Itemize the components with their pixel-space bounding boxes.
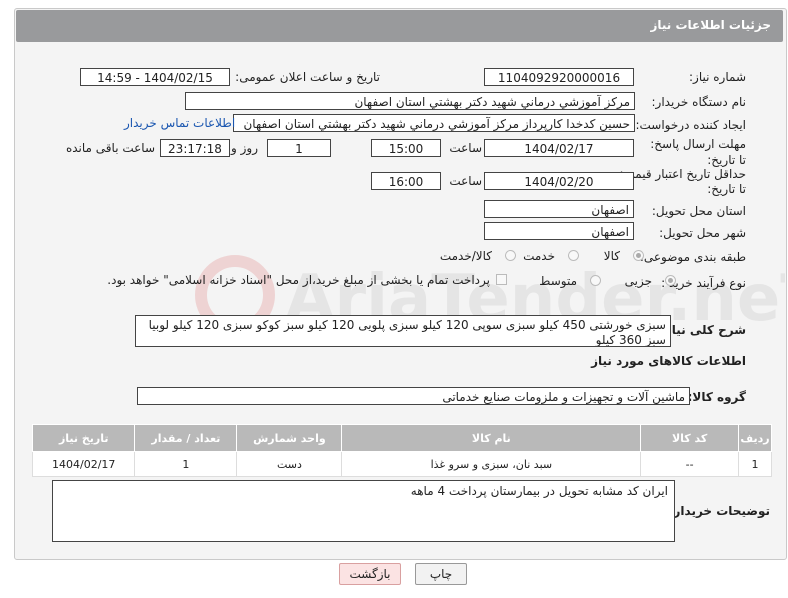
- cell-code: --: [640, 451, 740, 477]
- category-service-label: خدمت: [523, 249, 555, 263]
- deadline-label: مهلت ارسال پاسخ: تا تاریخ:: [650, 137, 746, 167]
- buyer-org-label: نام دستگاه خریدار:: [651, 95, 747, 109]
- city-label: شهر محل تحویل:: [659, 226, 746, 240]
- description-label: شرح کلی نیاز:: [660, 323, 746, 337]
- cell-index: 1: [738, 451, 772, 477]
- goods-group-label: گروه کالا:: [687, 390, 746, 404]
- panel-header: جزئیات اطلاعات نیاز: [16, 10, 783, 42]
- payment-note: پرداخت تمام یا بخشی از مبلغ خرید،از محل …: [107, 273, 490, 287]
- treasury-payment-checkbox[interactable]: [496, 274, 507, 285]
- print-button[interactable]: چاپ: [415, 563, 467, 585]
- cell-unit: دست: [236, 451, 343, 477]
- day-count-field: 1: [267, 139, 331, 157]
- creator-label: ایجاد کننده درخواست:: [635, 118, 746, 132]
- category-goods-radio[interactable]: [633, 250, 644, 261]
- process-minor-label: جزیی: [624, 274, 652, 288]
- price-time-field: 16:00: [371, 172, 441, 190]
- need-number-label: شماره نیاز:: [689, 70, 746, 84]
- buyer-notes-label: توضیحات خریدار:: [668, 504, 770, 518]
- col-qty: تعداد / مقدار: [134, 424, 238, 452]
- goods-table-header: ردیف کد کالا نام کالا واحد شمارش تعداد /…: [31, 424, 772, 452]
- deadline-time-field: 15:00: [371, 139, 441, 157]
- cell-qty: 1: [134, 451, 238, 477]
- col-index: ردیف: [738, 424, 772, 452]
- process-medium-label: متوسط: [539, 274, 577, 288]
- remaining-time-field: 23:17:18: [160, 139, 230, 157]
- buyer-org-field: مرکز آموزشي درماني شهيد دکتر بهشتي استان…: [185, 92, 635, 110]
- process-medium-radio[interactable]: [590, 275, 601, 286]
- remaining-label: ساعت باقی مانده: [65, 141, 155, 155]
- day-and-label: روز و: [231, 141, 258, 155]
- col-name: نام کالا: [341, 424, 642, 452]
- goods-section-title: اطلاعات کالاهای مورد نیاز: [591, 354, 746, 368]
- description-field: سبزی خورشتی 450 کیلو سبزی سوپی 120 کیلو …: [135, 315, 671, 347]
- province-field: اصفهان: [484, 200, 634, 218]
- page-title: جزئیات اطلاعات نیاز: [650, 18, 771, 32]
- price-hour-label: ساعت: [449, 174, 482, 188]
- col-code: کد کالا: [640, 424, 740, 452]
- cell-date: 1404/02/17: [31, 451, 136, 477]
- goods-table: ردیف کد کالا نام کالا واحد شمارش تعداد /…: [31, 424, 772, 477]
- category-service-radio[interactable]: [568, 250, 579, 261]
- category-both-radio[interactable]: [505, 250, 516, 261]
- back-button[interactable]: بازگشت: [339, 563, 401, 585]
- deadline-hour-label: ساعت: [449, 141, 482, 155]
- category-both-label: کالا/خدمت: [439, 249, 492, 263]
- deadline-date-field: 1404/02/17: [484, 139, 634, 157]
- goods-group-field: ماشین آلات و تجهیزات و ملزومات صنایع خدم…: [137, 387, 690, 405]
- category-label: طبقه بندی موضوعی:: [639, 250, 746, 264]
- min-price-to-label: تا تاریخ:: [707, 182, 746, 196]
- col-unit: واحد شمارش: [236, 424, 343, 452]
- announce-label: تاریخ و ساعت اعلان عمومی:: [235, 70, 380, 84]
- min-price-label: حداقل تاریخ اعتبار قیمت:: [619, 167, 746, 181]
- cell-name: سبد نان، سبزی و سرو غذا: [341, 451, 642, 477]
- buyer-notes-field: ایران کد مشابه تحویل در بیمارستان پرداخت…: [52, 480, 675, 542]
- col-date: تاریخ نیاز: [31, 424, 136, 452]
- process-minor-radio[interactable]: [665, 275, 676, 286]
- announce-field: 1404/02/15 - 14:59: [80, 68, 230, 86]
- province-label: استان محل تحویل:: [651, 204, 746, 218]
- creator-field: حسين کدخدا کارپرداز مرکز آموزشي درماني ش…: [233, 114, 635, 132]
- category-goods-label: کالا: [603, 249, 620, 263]
- need-number-field: 1104092920000016: [484, 68, 634, 86]
- table-row: 1 -- سبد نان، سبزی و سرو غذا دست 1 1404/…: [31, 451, 772, 477]
- contact-buyer-link[interactable]: اطلاعات تماس خریدار: [124, 116, 235, 130]
- price-date-field: 1404/02/20: [484, 172, 634, 190]
- city-field: اصفهان: [484, 222, 634, 240]
